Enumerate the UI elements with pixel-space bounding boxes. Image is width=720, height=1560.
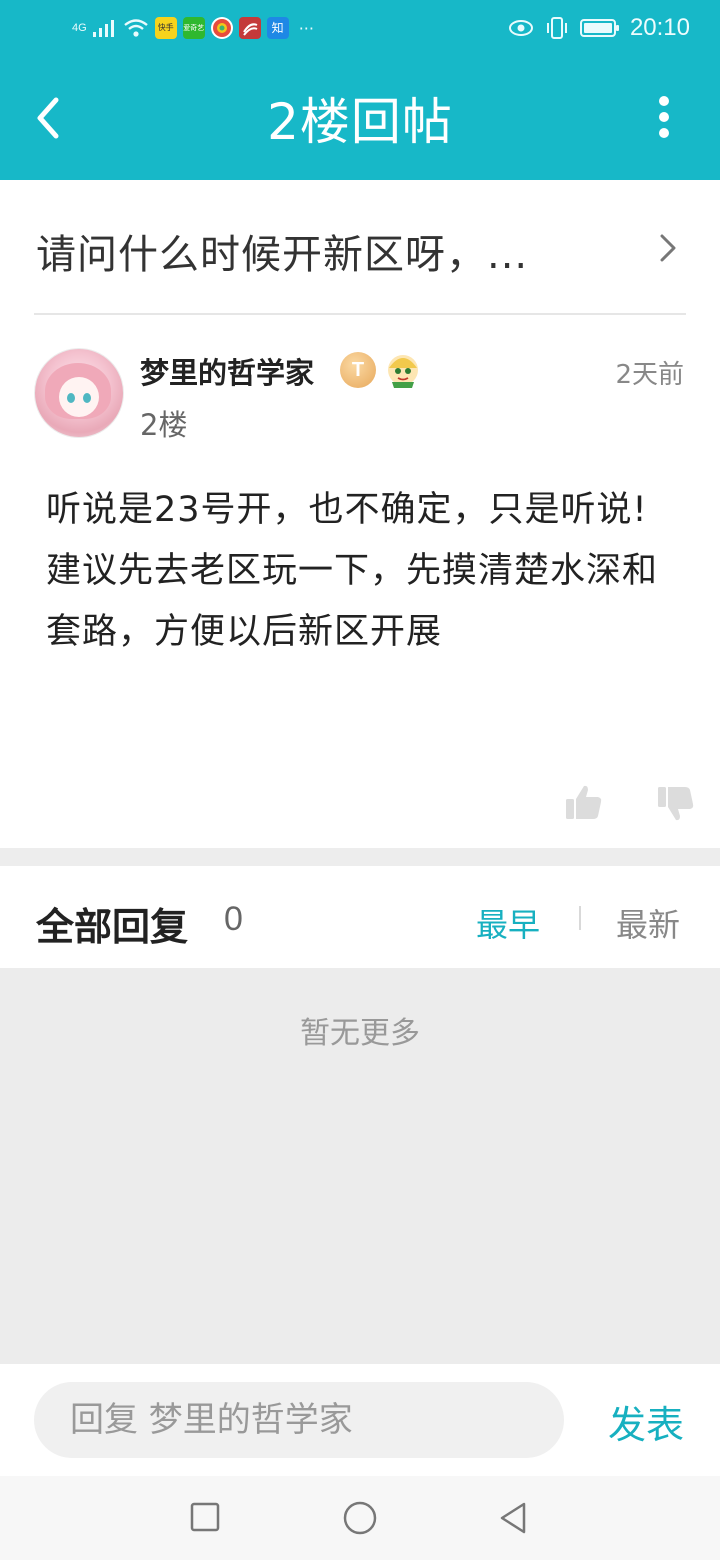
vibrate-icon <box>546 17 567 39</box>
section-separator <box>0 848 720 866</box>
kuaishou-app-icon: 快手 <box>154 17 177 39</box>
network-label: 4G <box>72 22 87 34</box>
replies-list: 暂无更多 <box>0 968 720 1364</box>
app-header: 2楼回帖 <box>0 56 720 180</box>
zhihu-app-icon: 知 <box>266 17 289 39</box>
more-notifications: ··· <box>298 18 314 38</box>
more-dot-icon <box>659 96 669 106</box>
post-body: 听说是23号开，也不确定，只是听说! 建议先去老区玩一下，先摸清楚水深和套路，方… <box>46 480 678 663</box>
divider <box>34 313 686 315</box>
replies-title: 全部回复 <box>36 905 189 949</box>
empty-state-text: 暂无更多 <box>300 1016 420 1051</box>
status-left: 4G 快手 爱奇艺 知 ··· <box>72 14 314 42</box>
post-paragraph: 听说是23号开，也不确定，只是听说! <box>46 490 648 530</box>
clock: 20:10 <box>629 14 690 41</box>
weibo-icon <box>212 19 231 37</box>
replies-header: 全部回复 0 最早 最新 <box>0 866 720 968</box>
floor-label: 2楼 <box>140 408 188 442</box>
battery-icon <box>579 19 619 37</box>
avatar-eye <box>67 393 75 403</box>
sort-separator <box>579 906 581 930</box>
level-badge-icon: T <box>340 352 376 388</box>
more-options-button[interactable] <box>652 96 676 142</box>
page-title: 2楼回帖 <box>267 93 453 151</box>
post-paragraph: 建议先去老区玩一下，先摸清楚水深和套路，方便以后新区开展 <box>46 551 659 652</box>
post-time: 2天前 <box>615 360 684 390</box>
thumbs-up-icon[interactable] <box>564 782 604 822</box>
iqiyi-app-icon: 爱奇艺 <box>182 17 205 39</box>
home-circle-icon[interactable] <box>342 1500 378 1536</box>
avatar[interactable] <box>34 348 124 438</box>
status-bar: 4G 快手 爱奇艺 知 ··· 20:10 <box>0 0 720 56</box>
thread-title: 请问什么时候开新区呀，... <box>36 232 529 278</box>
username[interactable]: 梦里的哲学家 <box>140 350 314 392</box>
send-button[interactable]: 发表 <box>608 1394 684 1449</box>
eye-comfort-icon <box>508 20 533 36</box>
status-right: 20:10 <box>508 12 690 44</box>
weibo-app-icon <box>210 17 233 39</box>
reply-input[interactable] <box>34 1382 564 1458</box>
chevron-right-icon <box>660 234 676 262</box>
character-badge-icon <box>388 355 418 388</box>
thumbs-down-icon[interactable] <box>656 784 696 824</box>
wifi-icon <box>123 19 148 37</box>
more-dot-icon <box>659 112 669 122</box>
thread-link-row[interactable]: 请问什么时候开新区呀，... <box>0 180 720 314</box>
replies-count: 0 <box>224 900 243 938</box>
reply-bar: 发表 <box>0 1364 720 1476</box>
avatar-eye <box>83 393 91 403</box>
back-triangle-icon[interactable] <box>496 1500 530 1536</box>
system-nav-bar <box>0 1476 720 1560</box>
news-icon <box>242 23 258 36</box>
sort-earliest-tab[interactable]: 最早 <box>476 900 540 946</box>
top-bar: 4G 快手 爱奇艺 知 ··· 20:10 2楼回帖 <box>0 0 720 180</box>
recents-square-icon[interactable] <box>190 1502 220 1532</box>
news-app-icon <box>238 17 261 39</box>
signal-icon <box>92 20 114 37</box>
avatar-face <box>59 377 99 417</box>
sort-latest-tab[interactable]: 最新 <box>616 900 680 946</box>
more-dot-icon <box>659 128 669 138</box>
